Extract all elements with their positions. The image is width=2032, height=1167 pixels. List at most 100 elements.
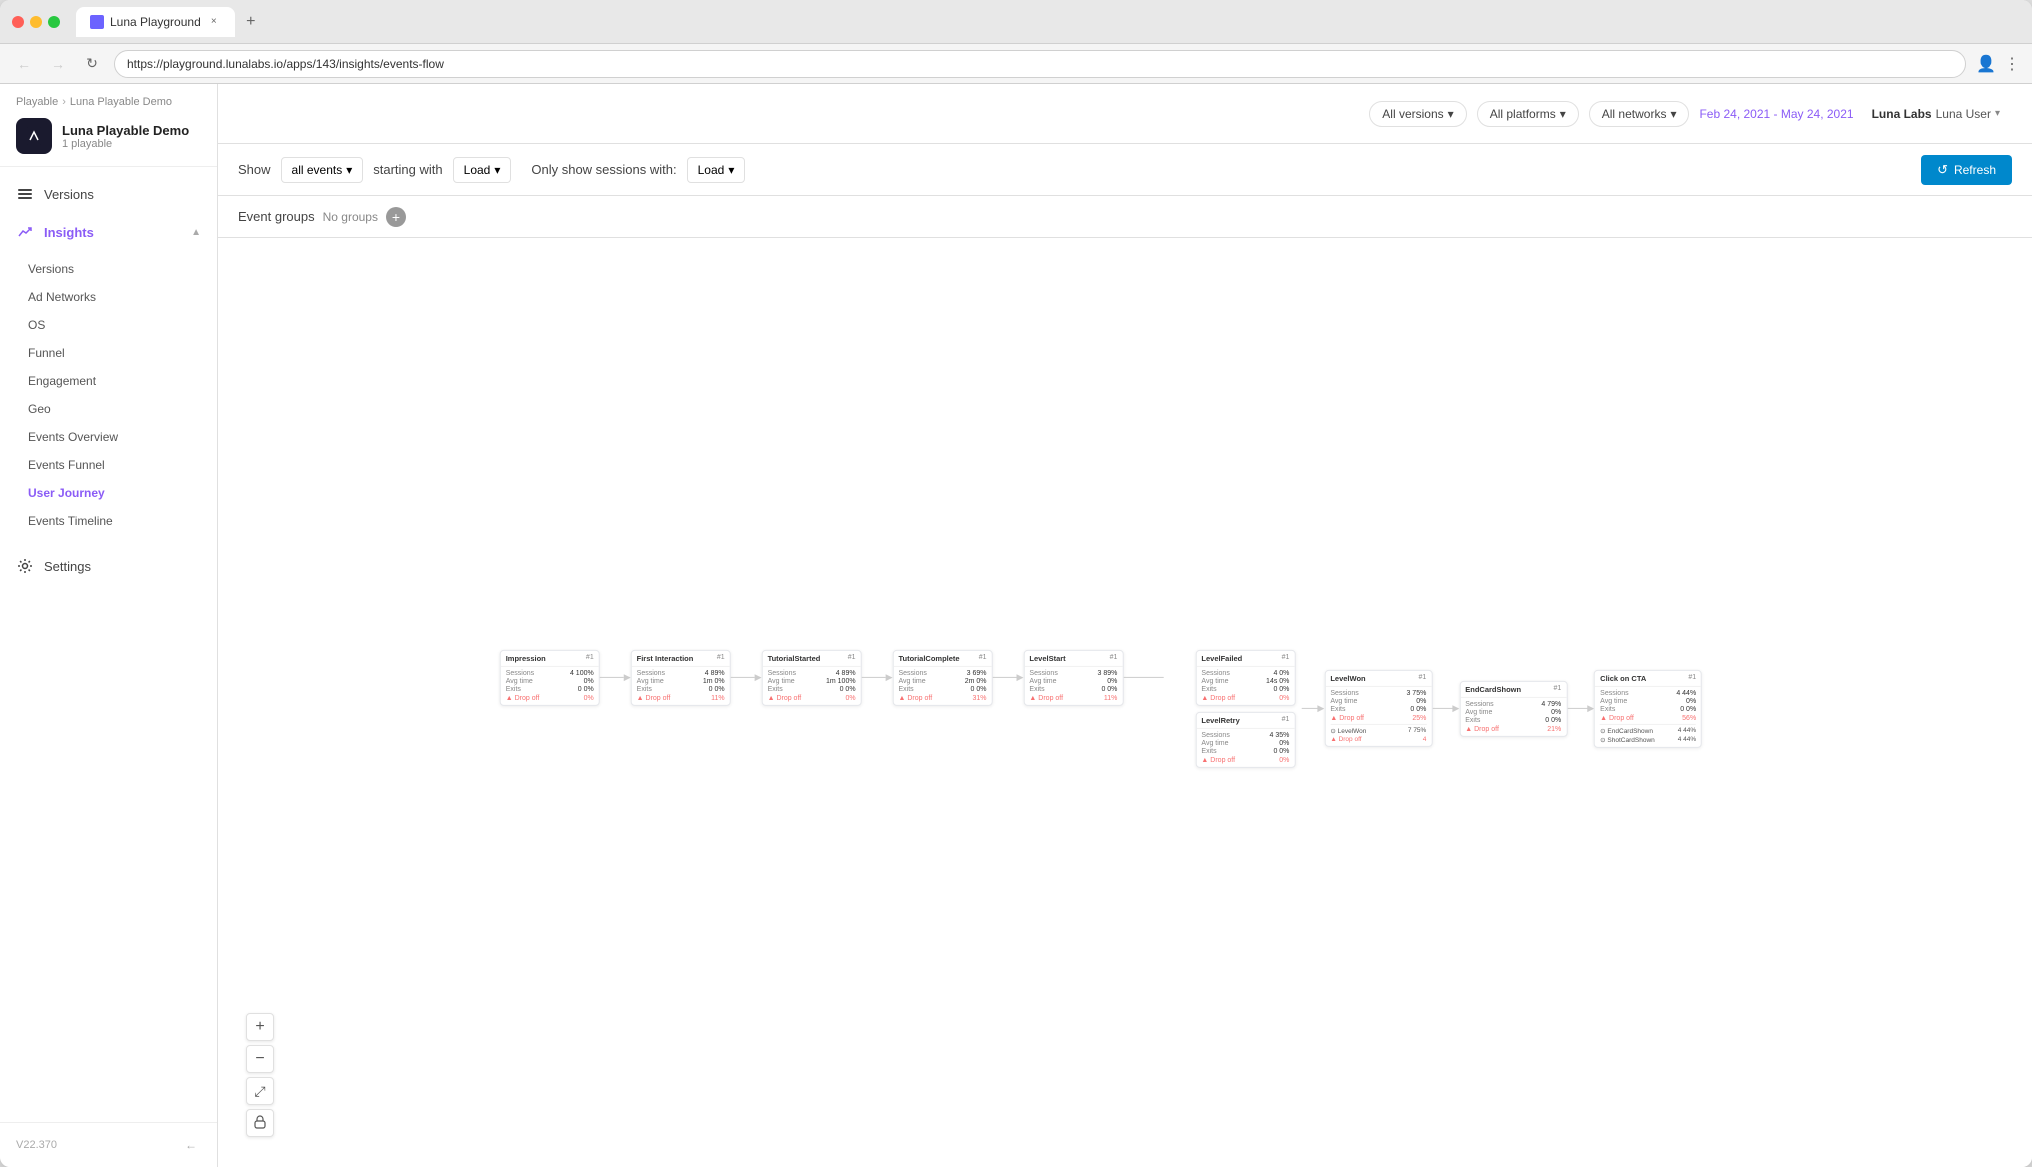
sidebar: Playable › Luna Playable Demo Luna Playa… [0, 84, 218, 1167]
sidebar-subitem-engagement[interactable]: Engagement [0, 367, 217, 395]
tab-close-button[interactable]: × [207, 15, 221, 29]
sidebar-subitem-events-timeline[interactable]: Events Timeline [0, 507, 217, 535]
add-group-icon: + [392, 210, 400, 224]
networks-filter[interactable]: All networks ▾ [1589, 101, 1690, 127]
event-groups-label: Event groups [238, 209, 315, 224]
breadcrumb-current: Luna Playable Demo [70, 96, 172, 108]
add-group-button[interactable]: + [386, 207, 406, 227]
tutorial-complete-group: TutorialComplete #1 Sessions3 69% Avg ti… [892, 649, 1023, 705]
app-info: Luna Playable Demo 1 playable [16, 118, 201, 154]
tutorial-complete-node: TutorialComplete #1 Sessions3 69% Avg ti… [892, 649, 992, 705]
fit-icon: ⤢ [254, 1083, 265, 1100]
connector-1: ▶ [600, 672, 631, 683]
sidebar-item-settings[interactable]: Settings [0, 547, 217, 585]
close-window-button[interactable] [12, 16, 24, 28]
event-groups-bar: Event groups No groups + [218, 196, 2032, 238]
active-tab[interactable]: Luna Playground × [76, 7, 235, 37]
zoom-in-button[interactable]: + [246, 1013, 274, 1041]
zoom-out-icon: − [255, 1050, 264, 1068]
maximize-window-button[interactable] [48, 16, 60, 28]
user-account-area[interactable]: Luna Labs Luna User ▾ [1864, 107, 2008, 121]
app-layout: Playable › Luna Playable Demo Luna Playa… [0, 84, 2032, 1167]
sidebar-back-button[interactable]: ← [181, 1135, 201, 1155]
events-timeline-label: Events Timeline [28, 514, 113, 528]
sidebar-subitem-events-overview[interactable]: Events Overview [0, 423, 217, 451]
sidebar-subitem-user-journey[interactable]: User Journey [0, 479, 217, 507]
versions-filter-label: All versions [1382, 107, 1443, 121]
endcard-group: EndCardShown #1 Sessions4 79% Avg [1459, 680, 1594, 736]
lock-button[interactable] [246, 1109, 274, 1137]
app-name-area: Luna Playable Demo 1 playable [62, 123, 189, 150]
tutorial-started-group: TutorialStarted #1 Sessions4 89% Avg tim… [762, 649, 893, 705]
versions-filter[interactable]: All versions ▾ [1369, 101, 1466, 127]
sidebar-subitem-ad-networks[interactable]: Ad Networks [0, 283, 217, 311]
sidebar-header: Playable › Luna Playable Demo Luna Playa… [0, 84, 217, 167]
level-won-node: LevelWon #1 Sessions3 75% Avg time [1324, 670, 1432, 747]
branch-nodes: LevelFailed #1 Sessions4 0% Avg ti [1163, 649, 1295, 767]
platforms-filter[interactable]: All platforms ▾ [1477, 101, 1579, 127]
impression-avgtime-row: Avg time0% [506, 677, 594, 684]
user-icon[interactable]: 👤 [1976, 54, 1996, 74]
zoom-out-button[interactable]: − [246, 1045, 274, 1073]
first-interaction-num: #1 [717, 653, 725, 662]
sidebar-footer: V22.370 ← [0, 1122, 217, 1167]
reload-nav-button[interactable]: ↻ [80, 52, 104, 76]
breadcrumb-parent[interactable]: Playable [16, 96, 58, 108]
connector-to-level-won: ▶ [1301, 703, 1324, 714]
branch-connector [1123, 677, 1163, 678]
menu-icon[interactable]: ⋮ [2004, 54, 2020, 74]
level-retry-node: LevelRetry #1 Sessions4 35% Avg ti [1195, 711, 1295, 767]
toolbar: Show all events ▾ starting with Load ▾ O… [218, 144, 2032, 196]
new-tab-button[interactable]: + [239, 10, 263, 34]
sidebar-item-versions[interactable]: Versions [0, 175, 217, 213]
click-cta-node: Click on CTA #1 Sessions4 44% Avg [1594, 669, 1702, 747]
networks-filter-label: All networks [1602, 107, 1667, 121]
breadcrumb-separator: › [62, 96, 66, 108]
user-dropdown-icon: ▾ [1995, 108, 2000, 119]
load-select-1[interactable]: Load ▾ [453, 157, 512, 183]
refresh-button[interactable]: ↺ Refresh [1921, 155, 2012, 185]
date-range[interactable]: Feb 24, 2021 - May 24, 2021 [1699, 107, 1853, 121]
endcard-shown-node: EndCardShown #1 Sessions4 79% Avg [1459, 680, 1567, 736]
level-start-node: LevelStart #1 Sessions3 89% Avg time0% [1023, 649, 1123, 705]
load-2-label: Load [698, 163, 725, 177]
all-events-label: all events [292, 163, 343, 177]
lock-icon [254, 1115, 266, 1132]
tab-bar: Luna Playground × + [76, 7, 2020, 37]
first-interaction-header: First Interaction #1 [632, 650, 730, 666]
minimize-window-button[interactable] [30, 16, 42, 28]
level-start-group: LevelStart #1 Sessions3 89% Avg time0% [1023, 649, 1163, 705]
forward-nav-button[interactable]: → [46, 52, 70, 76]
main-flow-row: Impression #1 Sessions4 100% Avg time0% [500, 649, 1702, 767]
sidebar-subitem-os[interactable]: OS [0, 311, 217, 339]
all-events-chevron: ▾ [346, 163, 352, 177]
branch-area: LevelFailed #1 Sessions4 0% Avg ti [1163, 649, 1702, 767]
back-nav-button[interactable]: ← [12, 52, 36, 76]
sidebar-subitem-events-funnel[interactable]: Events Funnel [0, 451, 217, 479]
sidebar-subitem-geo[interactable]: Geo [0, 395, 217, 423]
load-select-2[interactable]: Load ▾ [687, 157, 746, 183]
back-icon: ← [185, 1138, 197, 1152]
main-content: All versions ▾ All platforms ▾ All netwo… [218, 84, 2032, 1167]
sidebar-subitem-versions[interactable]: Versions [0, 255, 217, 283]
insights-subnav: Versions Ad Networks OS Funnel Engagemen… [0, 251, 217, 539]
url-bar[interactable]: https://playground.lunalabs.io/apps/143/… [114, 50, 1966, 78]
tab-favicon [90, 15, 104, 29]
engagement-label: Engagement [28, 374, 96, 388]
impression-body: Sessions4 100% Avg time0% Exits0 0% [501, 666, 599, 704]
impression-connector-group: Impression #1 Sessions4 100% Avg time0% [500, 649, 631, 705]
first-interaction-node: First Interaction #1 Sessions4 89% Avg t… [631, 649, 731, 705]
sidebar-subitem-funnel[interactable]: Funnel [0, 339, 217, 367]
all-events-select[interactable]: all events ▾ [281, 157, 364, 183]
load-1-label: Load [464, 163, 491, 177]
versions-sub-label: Versions [28, 262, 74, 276]
address-bar-actions: 👤 ⋮ [1976, 54, 2020, 74]
connector-3: ▶ [862, 672, 893, 683]
sidebar-item-versions-label: Versions [44, 187, 201, 202]
sidebar-nav: Versions Insights ▲ Versions Ad Networks… [0, 167, 217, 1122]
sidebar-item-insights[interactable]: Insights ▲ [0, 213, 217, 251]
connector-line-1 [600, 677, 624, 678]
refresh-icon: ↺ [1937, 162, 1948, 178]
fit-button[interactable]: ⤢ [246, 1077, 274, 1105]
only-sessions-label: Only show sessions with: [531, 162, 676, 177]
